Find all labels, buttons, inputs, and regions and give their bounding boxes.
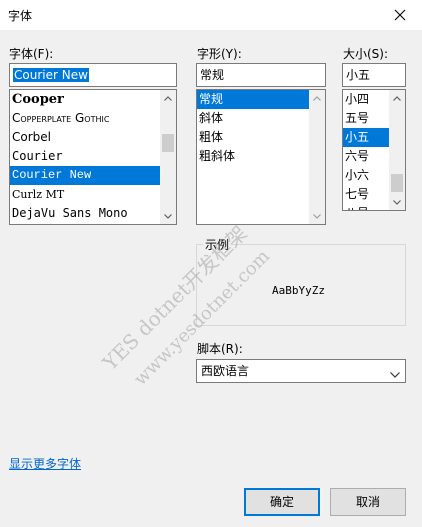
close-icon bbox=[394, 9, 406, 21]
show-more-fonts-link[interactable]: 显示更多字体 bbox=[9, 455, 81, 472]
style-list-item[interactable]: 斜体 bbox=[197, 109, 309, 128]
cancel-button[interactable]: 取消 bbox=[330, 488, 406, 516]
font-list-item[interactable]: Copperplate Gothic bbox=[10, 109, 160, 128]
style-list-items: 常规 斜体 粗体 粗斜体 bbox=[197, 90, 309, 224]
chevron-up-icon bbox=[164, 95, 172, 101]
style-list-item[interactable]: 常规 bbox=[197, 90, 309, 109]
scroll-thumb[interactable] bbox=[162, 134, 174, 152]
script-select[interactable]: 西欧语言 bbox=[196, 359, 406, 383]
font-list-item[interactable]: Courier bbox=[10, 147, 160, 166]
close-button[interactable] bbox=[378, 0, 422, 30]
size-input[interactable]: 小五 bbox=[342, 63, 406, 87]
size-list-item[interactable]: 八号 bbox=[343, 204, 389, 210]
font-list-items: Cooper Copperplate Gothic Corbel Courier Cou… bbox=[10, 90, 160, 224]
title-bar: 字体 bbox=[0, 0, 422, 30]
scroll-thumb[interactable] bbox=[391, 174, 403, 192]
font-label: 字体(F): bbox=[9, 47, 54, 61]
font-list-scrollbar[interactable] bbox=[160, 90, 176, 224]
chevron-down-icon bbox=[393, 199, 401, 205]
font-list-item[interactable]: Cooper bbox=[10, 90, 160, 109]
scroll-down-button[interactable] bbox=[389, 194, 405, 210]
chevron-up-icon bbox=[393, 95, 401, 101]
script-select-value: 西欧语言 bbox=[201, 364, 250, 378]
font-list-item[interactable]: Corbel bbox=[10, 128, 160, 147]
chevron-down-icon bbox=[390, 365, 400, 383]
scroll-up-button[interactable] bbox=[309, 90, 325, 106]
size-input-value: 小五 bbox=[346, 68, 371, 82]
window-title: 字体 bbox=[8, 9, 33, 23]
size-list-item[interactable]: 小六 bbox=[343, 166, 389, 185]
sample-text: AaBbYyZz bbox=[272, 284, 325, 297]
size-list-item[interactable]: 小四 bbox=[343, 90, 389, 109]
size-list-item[interactable]: 小五 bbox=[343, 128, 389, 147]
scroll-down-button[interactable] bbox=[160, 208, 176, 224]
size-list-scrollbar[interactable] bbox=[389, 90, 405, 210]
font-list-item[interactable]: Courier New bbox=[10, 166, 160, 185]
font-list[interactable]: Cooper Copperplate Gothic Corbel Courier Cou… bbox=[9, 89, 177, 225]
style-list-scrollbar[interactable] bbox=[309, 90, 325, 224]
ok-button[interactable]: 确定 bbox=[244, 488, 320, 516]
sample-label: 示例 bbox=[203, 236, 232, 253]
font-input[interactable]: Courier New bbox=[9, 63, 177, 87]
style-input-value: 常规 bbox=[200, 68, 225, 82]
font-list-item[interactable]: DejaVu Sans Mono bbox=[10, 204, 160, 223]
size-label: 大小(S): bbox=[343, 47, 389, 61]
script-label: 脚本(R): bbox=[197, 342, 243, 356]
size-list-items: 小四五号小五六号小六七号八号 bbox=[343, 90, 389, 210]
size-list[interactable]: 小四五号小五六号小六七号八号 bbox=[342, 89, 406, 211]
size-list-item[interactable]: 七号 bbox=[343, 185, 389, 204]
font-list-item[interactable]: Curlz MT bbox=[10, 185, 160, 204]
style-label: 字形(Y): bbox=[197, 47, 242, 61]
scroll-up-button[interactable] bbox=[389, 90, 405, 106]
chevron-down-icon bbox=[313, 213, 321, 219]
font-input-value: Courier New bbox=[13, 68, 89, 82]
style-list-item[interactable]: 粗斜体 bbox=[197, 147, 309, 166]
style-input[interactable]: 常规 bbox=[196, 63, 326, 87]
chevron-up-icon bbox=[313, 95, 321, 101]
chevron-down-icon bbox=[164, 213, 172, 219]
size-list-item[interactable]: 六号 bbox=[343, 147, 389, 166]
style-list[interactable]: 常规 斜体 粗体 粗斜体 bbox=[196, 89, 326, 225]
size-list-item[interactable]: 五号 bbox=[343, 109, 389, 128]
style-list-item[interactable]: 粗体 bbox=[197, 128, 309, 147]
scroll-down-button[interactable] bbox=[309, 208, 325, 224]
scroll-up-button[interactable] bbox=[160, 90, 176, 106]
